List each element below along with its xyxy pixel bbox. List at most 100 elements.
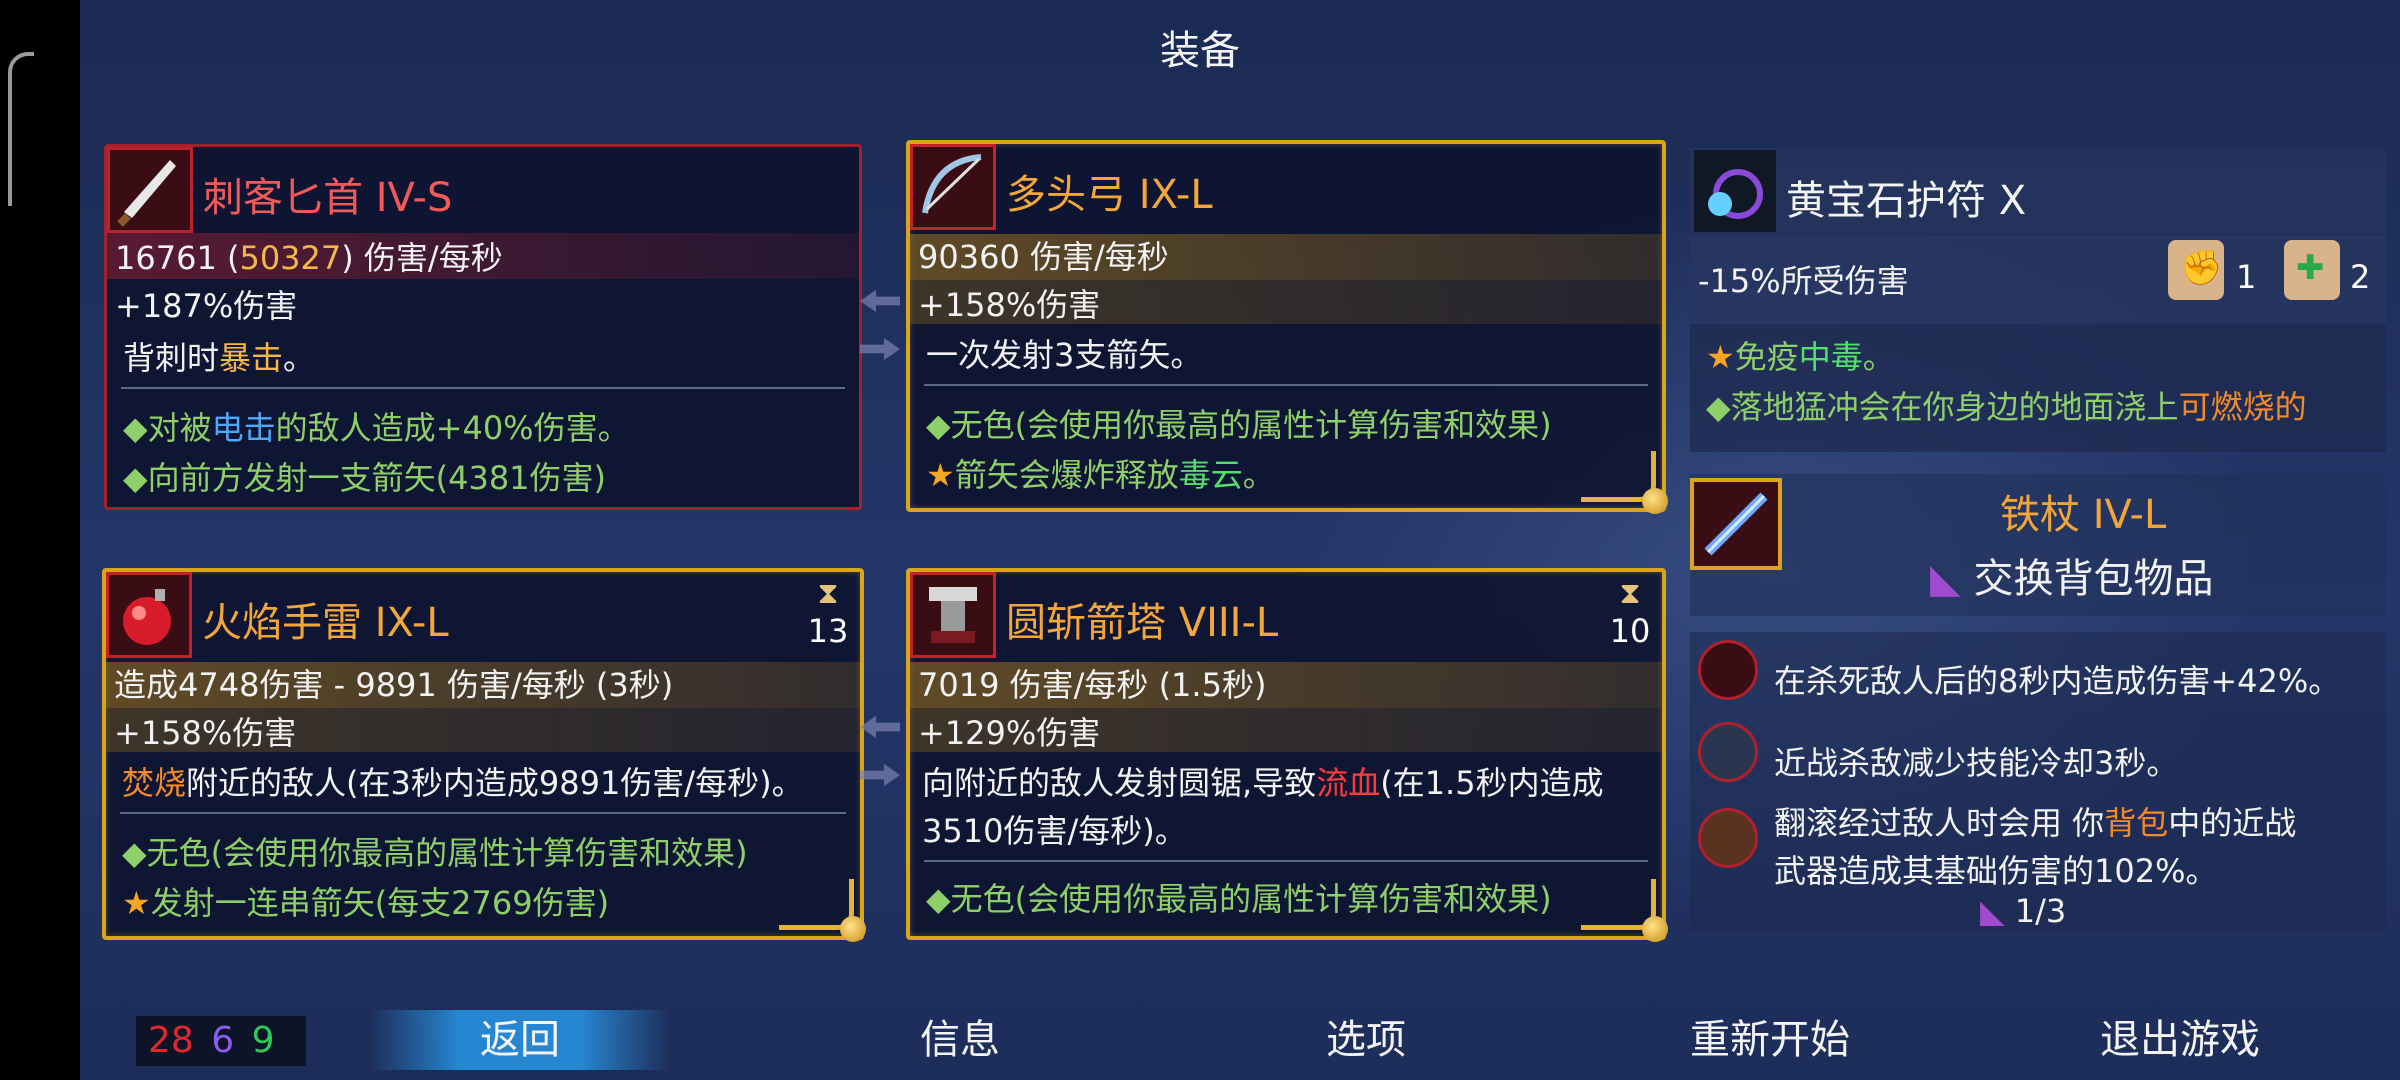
weapon-card-assassin-dagger[interactable]: 刺客匕首 IV-S 16761 (50327) 伤害/每秒 +187%伤害 背刺…: [104, 144, 862, 510]
dps-unit: 伤害/每秒: [363, 239, 503, 277]
desc-text: 背刺时: [123, 339, 220, 377]
mutation-3-line-2: 武器造成其基础伤害的102%。: [1774, 852, 2218, 890]
weapon-name: 刺客匕首 IV-S: [203, 175, 453, 221]
affix-text: 免疫: [1734, 338, 1799, 376]
mutations-panel[interactable]: 在杀死敌人后的8秒内造成伤害+42%。 近战杀敌减少技能冷却3秒。 翻滚经过敌人…: [1690, 632, 2386, 932]
cooldown: ⧗ 13: [806, 576, 850, 650]
affix-text: 对被: [147, 409, 212, 447]
dps-line: 7019 伤害/每秒 (1.5秒): [918, 666, 1267, 704]
cooldown: ⧗ 10: [1608, 576, 1652, 650]
pager-icon: ◣: [1980, 892, 2005, 930]
cooldown-value: 13: [807, 612, 849, 650]
quit-game-button[interactable]: 退出游戏: [2020, 1010, 2340, 1070]
blade-mutation-icon: [1698, 722, 1758, 782]
backpack-item-name: 铁杖 IV-L: [2000, 492, 2167, 538]
affix-text: 无色(会使用你最高的属性计算伤害和效果): [146, 834, 748, 872]
page-indicator: 1/3: [2014, 892, 2067, 930]
bottom-nav: 28 6 9 返回 信息 选项 重新开始 退出游戏: [80, 1010, 2400, 1070]
star-icon: ★: [1706, 338, 1735, 376]
swap-backpack-button[interactable]: ◣ 交换背包物品: [1930, 546, 2213, 604]
backpack-swap-icon: ◣: [1930, 556, 1961, 602]
affix-2: ★箭矢会爆炸释放毒云。: [926, 450, 1275, 496]
description-line-1: 向附近的敌人发射圆锯,导致流血(在1.5秒内造成: [922, 758, 1604, 804]
mutation-text-end: 中的近战: [2168, 804, 2297, 842]
amulet-name: 黄宝石护符 X: [1786, 178, 2027, 224]
star-icon: ★: [926, 456, 955, 494]
cooldown-value: 10: [1609, 612, 1651, 650]
dps-value: 16761: [115, 239, 217, 277]
description: 焚烧附近的敌人(在3秒内造成9891伤害/每秒)。: [122, 758, 804, 804]
affix-text: 向前方发射一支箭矢(4381伤害): [147, 459, 607, 497]
survival-scroll-icon: ✚: [2284, 240, 2340, 300]
affix-text: 发射一连串箭矢(每支2769伤害): [150, 884, 610, 922]
divider: [121, 387, 845, 389]
dps-line: 90360 伤害/每秒: [918, 238, 1169, 276]
dps-line: 16761 (50327) 伤害/每秒: [115, 239, 503, 277]
page-title: 装备: [1160, 28, 1240, 74]
affix-2: ★发射一连串箭矢(每支2769伤害): [122, 878, 609, 924]
mutation-3-line-1: 翻滚经过敌人时会用 你背包中的近战: [1774, 798, 2296, 844]
description: 背刺时暴击。: [123, 333, 315, 379]
grenade-icon: [106, 572, 192, 658]
desc-text-end: (在1.5秒内造成: [1380, 764, 1604, 802]
affix-text-end: 的敌人造成+40%伤害。: [275, 409, 630, 447]
bonus-line: +187%伤害: [115, 287, 298, 325]
affix-1: ◆无色(会使用你最高的属性计算伤害和效果): [926, 880, 1552, 918]
amulet-affix-2: ◆落地猛冲会在你身边的地面浇上可燃烧的: [1706, 388, 2307, 426]
star-icon: ★: [122, 884, 151, 922]
mutation-pager[interactable]: ◣ 1/3: [1980, 892, 2066, 930]
bonus-line: +129%伤害: [918, 714, 1101, 752]
scroll-2-count: 2: [2350, 258, 2371, 296]
staff-icon: [1690, 478, 1782, 570]
scroll-counts: 28 6 9: [136, 1016, 306, 1066]
skill-card-fire-grenade[interactable]: 火焰手雷 IX-L ⧗ 13 造成4748伤害 - 9891 伤害/每秒 (3秒)…: [102, 568, 866, 942]
weapon-card-multiple-nocks-bow[interactable]: 多头弓 IX-L 90360 伤害/每秒 +158%伤害 一次发射3支箭矢。 ◆…: [906, 140, 1668, 514]
desc-keyword: 流血: [1316, 764, 1381, 802]
affix-keyword: 可燃烧的: [2178, 388, 2307, 426]
affix-1: ◆无色(会使用你最高的属性计算伤害和效果): [122, 834, 748, 872]
restart-button[interactable]: 重新开始: [1610, 1010, 1930, 1070]
affix-keyword: 电击: [211, 409, 276, 447]
brutality-count: 28: [148, 1020, 194, 1061]
survival-count: 9: [251, 1020, 275, 1061]
hourglass-icon: ⧗: [817, 576, 839, 611]
tactics-count: 6: [211, 1020, 235, 1061]
back-button[interactable]: 返回: [370, 1010, 670, 1070]
affix-keyword: 毒云: [1178, 456, 1243, 494]
dagger-icon: [107, 147, 193, 233]
options-button[interactable]: 选项: [1246, 1010, 1486, 1070]
turret-icon: [910, 572, 996, 658]
affix-1: ◆对被电击的敌人造成+40%伤害。: [123, 409, 630, 447]
divider: [924, 384, 1648, 386]
bonus-line: +158%伤害: [114, 714, 297, 752]
skill-card-cleaver-turret[interactable]: 圆斩箭塔 VIII-L ⧗ 10 7019 伤害/每秒 (1.5秒) +129%伤…: [906, 568, 1668, 942]
weapon-name: 多头弓 IX-L: [1006, 172, 1213, 218]
desc-text: 向附近的敌人发射圆锯,导致: [922, 764, 1317, 802]
scroll-1-count: 1: [2236, 258, 2257, 296]
affix-1: ◆无色(会使用你最高的属性计算伤害和效果): [926, 406, 1552, 444]
affix-text-end: 。: [1242, 456, 1275, 494]
bonus-line: +158%伤害: [918, 286, 1101, 324]
skill-name: 火焰手雷 IX-L: [202, 600, 449, 646]
amulet-affix-1: ★免疫中毒。: [1706, 332, 1895, 378]
crit-dps-value: 50327: [239, 239, 342, 277]
left-system-bar: [0, 0, 80, 1080]
affix-text: 箭矢会爆炸释放: [954, 456, 1179, 494]
affix-text: 无色(会使用你最高的属性计算伤害和效果): [950, 406, 1552, 444]
description: 一次发射3支箭矢。: [926, 336, 1203, 374]
skill-name: 圆斩箭塔 VIII-L: [1006, 600, 1279, 646]
desc-text: 附近的敌人(在3秒内造成9891伤害/每秒)。: [186, 764, 804, 802]
amulet-panel[interactable]: 黄宝石护符 X -15%所受伤害 ✊ 1 ✚ 2 ★免疫中毒。 ◆落地猛冲会在你…: [1690, 148, 2386, 452]
brutality-scroll-icon: ✊: [2168, 240, 2224, 300]
info-button[interactable]: 信息: [840, 1010, 1080, 1070]
desc-text-end: 。: [283, 339, 316, 377]
desc-keyword: 暴击: [219, 339, 284, 377]
crossbow-mutation-icon: [1698, 640, 1758, 700]
affix-text-end: 。: [1862, 338, 1895, 376]
dps-line: 造成4748伤害 - 9891 伤害/每秒 (3秒): [114, 666, 674, 704]
backpack-panel[interactable]: 铁杖 IV-L ◣ 交换背包物品: [1690, 474, 2386, 616]
mutation-1: 在杀死敌人后的8秒内造成伤害+42%。: [1774, 662, 2341, 700]
mutation-2: 近战杀敌减少技能冷却3秒。: [1774, 744, 2179, 782]
hourglass-icon: ⧗: [1619, 576, 1641, 611]
mutation-text: 翻滚经过敌人时会用 你: [1774, 804, 2105, 842]
